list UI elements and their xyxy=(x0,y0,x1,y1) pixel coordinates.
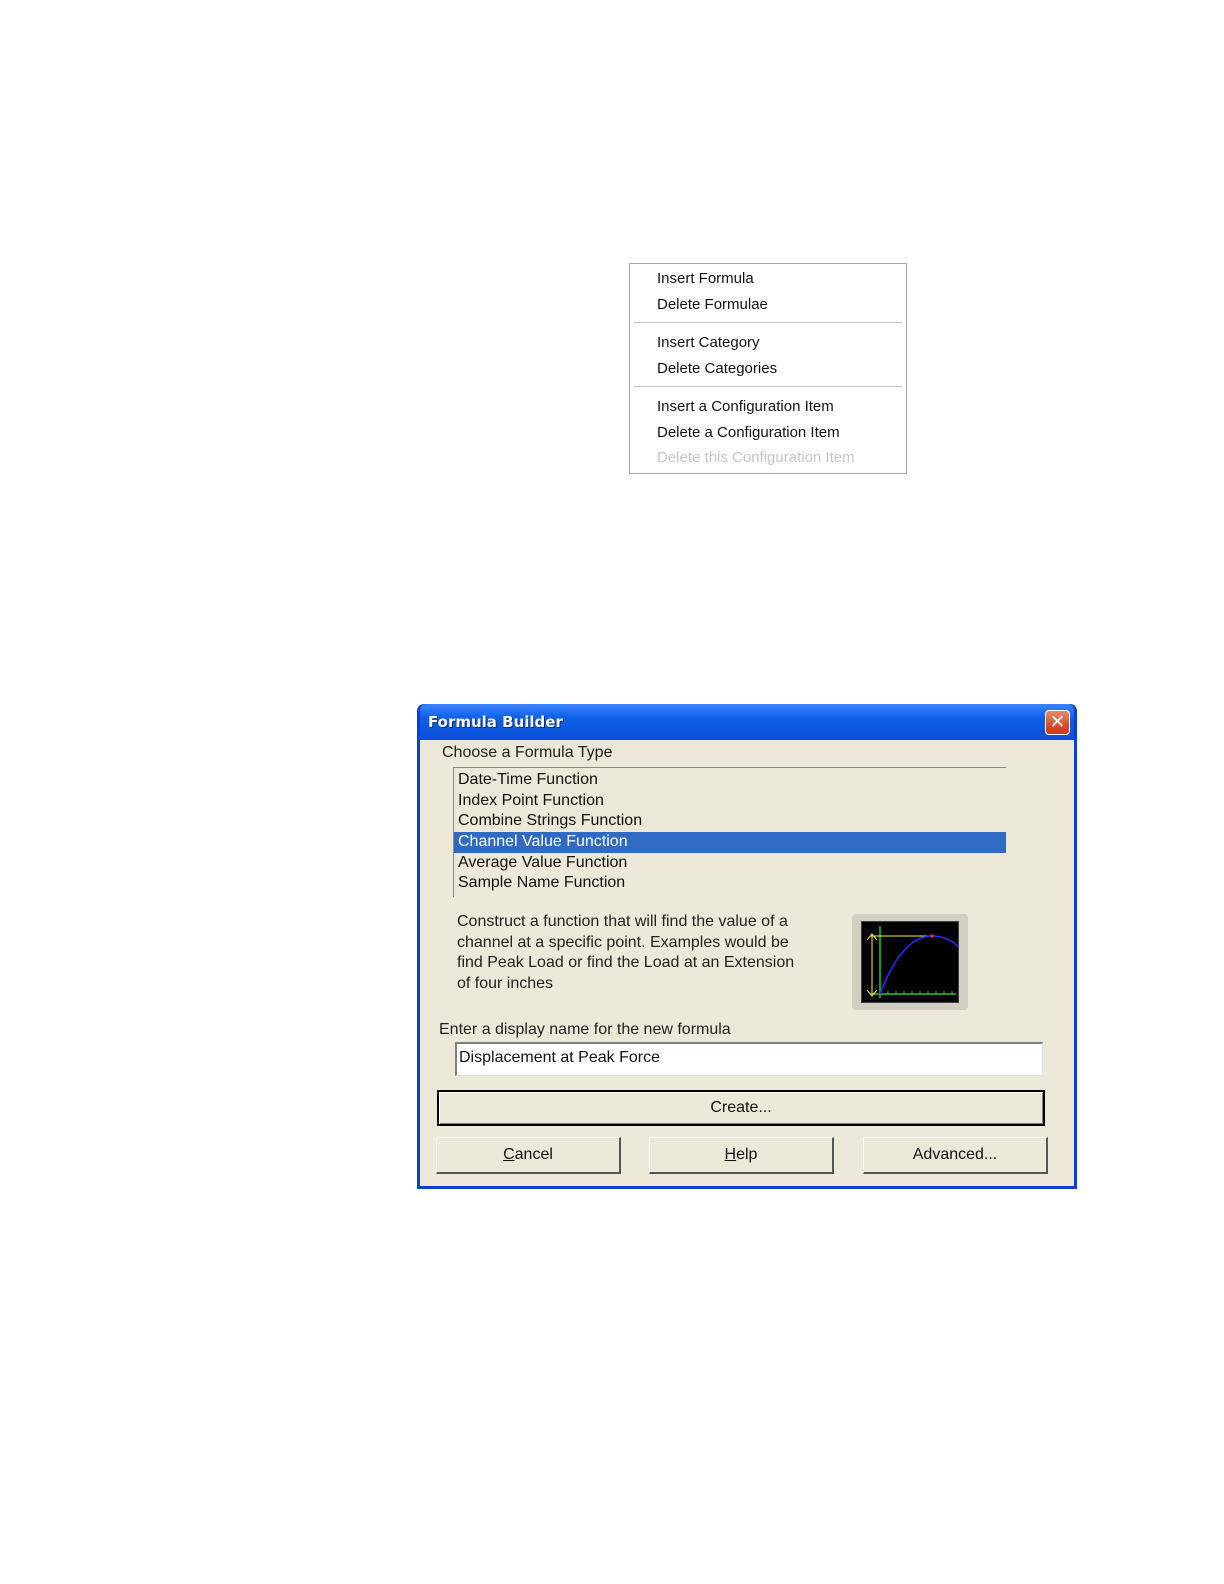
help-label: elp xyxy=(736,1146,758,1163)
menu-item-insert-category[interactable]: Insert Category xyxy=(657,334,760,352)
formula-type-list[interactable]: Date-Time Function Index Point Function … xyxy=(453,767,1006,897)
menu-item-delete-formulae[interactable]: Delete Formulae xyxy=(657,296,768,314)
context-menu: Insert Formula Delete Formulae Insert Ca… xyxy=(629,263,907,474)
menu-item-insert-configuration-item[interactable]: Insert a Configuration Item xyxy=(657,398,834,416)
preview-frame xyxy=(852,914,968,1010)
list-item-sample-name[interactable]: Sample Name Function xyxy=(454,873,1006,894)
list-item-index-point[interactable]: Index Point Function xyxy=(454,791,1006,812)
channel-value-graph-icon xyxy=(861,921,959,1003)
create-button[interactable]: Create... xyxy=(437,1090,1045,1126)
help-button[interactable]: Help xyxy=(649,1137,834,1174)
menu-item-delete-categories[interactable]: Delete Categories xyxy=(657,360,777,378)
menu-separator xyxy=(634,322,902,324)
list-item-average-value[interactable]: Average Value Function xyxy=(454,853,1006,874)
cancel-mnemonic: C xyxy=(503,1146,515,1163)
menu-item-delete-configuration-item[interactable]: Delete a Configuration Item xyxy=(657,424,840,442)
display-name-input[interactable] xyxy=(455,1042,1043,1076)
close-icon: ✕ xyxy=(1049,711,1066,733)
graph-preview-svg xyxy=(866,926,959,998)
advanced-button[interactable]: Advanced... xyxy=(863,1137,1048,1174)
formula-description: Construct a function that will find the … xyxy=(457,913,795,992)
dialog-titlebar[interactable]: Formula Builder ✕ xyxy=(420,704,1074,740)
menu-item-insert-formula[interactable]: Insert Formula xyxy=(657,270,754,288)
cancel-label: ancel xyxy=(514,1146,553,1163)
formula-builder-dialog: Formula Builder ✕ Choose a Formula Type … xyxy=(417,704,1077,1189)
menu-separator xyxy=(634,386,902,388)
cancel-button[interactable]: Cancel xyxy=(436,1137,621,1174)
page: Insert Formula Delete Formulae Insert Ca… xyxy=(0,0,1224,1584)
list-item-date-time[interactable]: Date-Time Function xyxy=(454,770,1006,791)
list-item-combine-strings[interactable]: Combine Strings Function xyxy=(454,811,1006,832)
close-button[interactable]: ✕ xyxy=(1045,710,1070,735)
list-item-channel-value[interactable]: Channel Value Function xyxy=(454,832,1006,853)
formula-type-label: Choose a Formula Type xyxy=(442,744,613,761)
display-name-label: Enter a display name for the new formula xyxy=(439,1021,731,1038)
help-mnemonic: H xyxy=(724,1146,737,1163)
dialog-body: Choose a Formula Type Date-Time Function… xyxy=(420,740,1074,1186)
dialog-title: Formula Builder xyxy=(428,713,563,731)
menu-item-delete-this-configuration-item: Delete this Configuration Item xyxy=(657,449,855,466)
